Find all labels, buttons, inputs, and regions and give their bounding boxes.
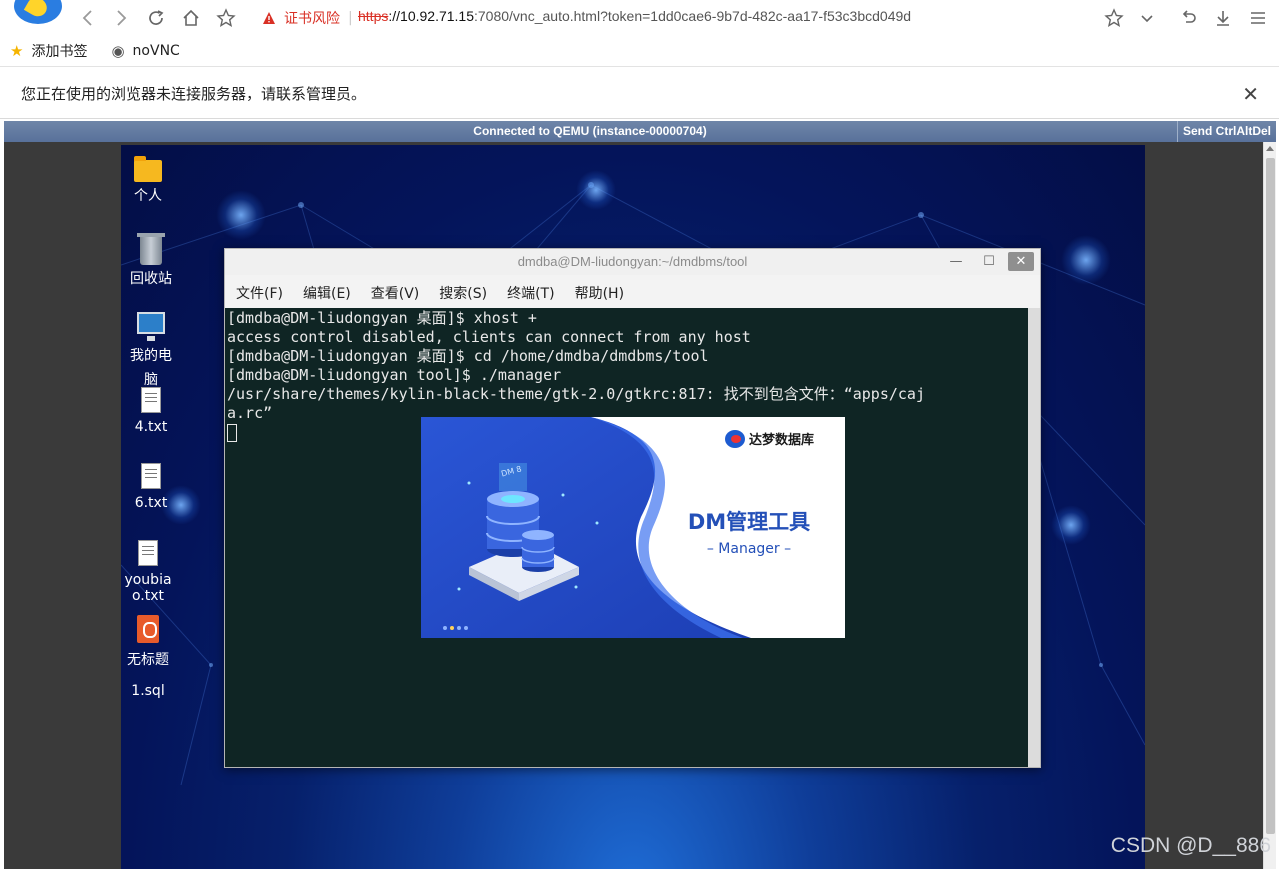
text-file-icon: [141, 463, 161, 489]
cert-warning[interactable]: 证书风险 |: [262, 8, 353, 28]
info-bar: 您正在使用的浏览器未连接服务器，请联系管理员。 ✕: [0, 68, 1279, 119]
cert-warning-label: 证书风险: [284, 11, 340, 27]
terminal-menubar: 文件(F) 编辑(E) 查看(V) 搜索(S) 终端(T) 帮助(H): [225, 282, 1040, 306]
menu-search[interactable]: 搜索(S): [439, 282, 487, 306]
desktop-icon-label: youbiao.txt: [124, 572, 172, 604]
terminal-titlebar[interactable]: dmdba@DM-liudongyan:~/dmdbms/tool: [225, 249, 1040, 275]
back-button[interactable]: [76, 6, 100, 30]
divider: |: [348, 10, 353, 26]
close-button[interactable]: ✕: [1008, 252, 1034, 271]
menu-file[interactable]: 文件(F): [236, 282, 283, 306]
dameng-logo: 达梦数据库: [725, 429, 814, 448]
console-line: access control disabled, clients can con…: [227, 328, 751, 346]
minimize-button[interactable]: —: [943, 252, 969, 271]
star-icon: ★: [10, 41, 24, 60]
url-path: :7080/vnc_auto.html?token=1dd0cae6-9b7d-…: [474, 8, 912, 24]
url-host: ://10.92.71.15: [388, 8, 474, 24]
console-line: [dmdba@DM-liudongyan 桌面]$ xhost +: [227, 309, 537, 327]
scroll-up-icon[interactable]: [1266, 146, 1274, 151]
console-line: [dmdba@DM-liudongyan 桌面]$ cd /home/dmdba…: [227, 347, 709, 365]
sql-file-icon: [137, 615, 159, 643]
undo-icon[interactable]: [1177, 6, 1201, 30]
add-bookmark-button[interactable]: ★ 添加书签: [10, 41, 87, 61]
light-glow: [216, 190, 266, 240]
desktop-icon-trash[interactable]: 回收站: [121, 233, 181, 287]
url-protocol: https: [358, 8, 389, 24]
globe-icon: ◉: [111, 41, 125, 60]
vnc-status-bar: Connected to QEMU (instance-00000704) Se…: [4, 121, 1276, 142]
light-glow: [1061, 235, 1111, 285]
desktop-icon-file-youbiao[interactable]: youbiao.txt: [118, 540, 178, 604]
menu-terminal[interactable]: 终端(T): [507, 282, 554, 306]
info-message: 您正在使用的浏览器未连接服务器，请联系管理员。: [21, 84, 367, 103]
desktop-icon-computer[interactable]: 我的电脑: [121, 312, 181, 392]
send-ctrl-alt-del-button[interactable]: Send CtrlAltDel: [1177, 121, 1276, 142]
brand-name: 达梦数据库: [749, 433, 815, 448]
console-line: [dmdba@DM-liudongyan tool]$ ./manager: [227, 366, 562, 384]
browser-logo-icon: [14, 0, 62, 24]
chevron-down-icon[interactable]: [1135, 6, 1159, 30]
add-bookmark-label: 添加书签: [31, 43, 88, 60]
menu-view[interactable]: 查看(V): [371, 282, 420, 306]
desktop-icon-file-sql[interactable]: 无标题1.sql: [118, 615, 178, 707]
dm-manager-splash: DM 8 达梦数据库 DM管理工具 – Manager –: [421, 417, 845, 638]
text-file-icon: [138, 540, 158, 566]
folder-icon: [134, 156, 162, 182]
address-bar[interactable]: https://10.92.71.15:7080/vnc_auto.html?t…: [358, 8, 911, 24]
light-glow: [576, 170, 616, 210]
desktop-icon-label: 4.txt: [134, 419, 168, 435]
forward-button[interactable]: [109, 6, 133, 30]
text-file-icon: [141, 387, 161, 413]
bookmark-novnc-label: noVNC: [132, 42, 180, 59]
favorite-star-icon[interactable]: [214, 6, 238, 30]
terminal-scrollbar[interactable]: [1028, 308, 1040, 767]
page-scrollbar[interactable]: [1263, 142, 1276, 869]
bookmarks-bar: ★ 添加书签 ◉ noVNC: [0, 35, 1279, 67]
splash-subtitle: – Manager –: [706, 541, 792, 557]
desktop-icon-label: 6.txt: [134, 495, 168, 511]
light-glow: [1051, 505, 1091, 545]
browser-toolbar: 证书风险 | https://10.92.71.15:7080/vnc_auto…: [0, 0, 1279, 35]
menu-help[interactable]: 帮助(H): [575, 282, 624, 306]
home-button[interactable]: [179, 6, 203, 30]
csdn-watermark: CSDN @D__886: [1110, 834, 1271, 857]
desktop-icon-label: 回收站: [130, 271, 172, 287]
menu-edit[interactable]: 编辑(E): [303, 282, 351, 306]
desktop-icon-label: 个人: [134, 188, 162, 204]
dameng-logo-icon: [725, 429, 745, 448]
desktop-icon-home[interactable]: 个人: [118, 156, 178, 204]
maximize-button[interactable]: ☐: [976, 252, 1002, 271]
splash-title: DM管理工具: [687, 510, 811, 534]
desktop-icon-label: 无标题1.sql: [127, 652, 169, 699]
bookmark-novnc[interactable]: ◉ noVNC: [111, 42, 179, 60]
scrollbar-thumb[interactable]: [1266, 158, 1275, 834]
desktop-icon-file-4txt[interactable]: 4.txt: [121, 387, 181, 435]
desktop-icon-label: 我的电脑: [130, 348, 172, 388]
computer-icon: [137, 312, 165, 341]
desktop-icon-file-6txt[interactable]: 6.txt: [121, 463, 181, 511]
vnc-connection-status: Connected to QEMU (instance-00000704): [473, 124, 707, 138]
trash-icon: [137, 233, 165, 265]
menu-icon[interactable]: [1246, 6, 1270, 30]
download-icon[interactable]: [1211, 6, 1235, 30]
reload-button[interactable]: [144, 6, 168, 30]
close-icon[interactable]: ✕: [1242, 82, 1259, 106]
text-cursor: [227, 423, 237, 442]
bookmark-star-icon[interactable]: [1102, 6, 1126, 30]
console-line: /usr/share/themes/kylin-black-theme/gtk-…: [227, 385, 925, 403]
warning-icon: [263, 12, 275, 24]
